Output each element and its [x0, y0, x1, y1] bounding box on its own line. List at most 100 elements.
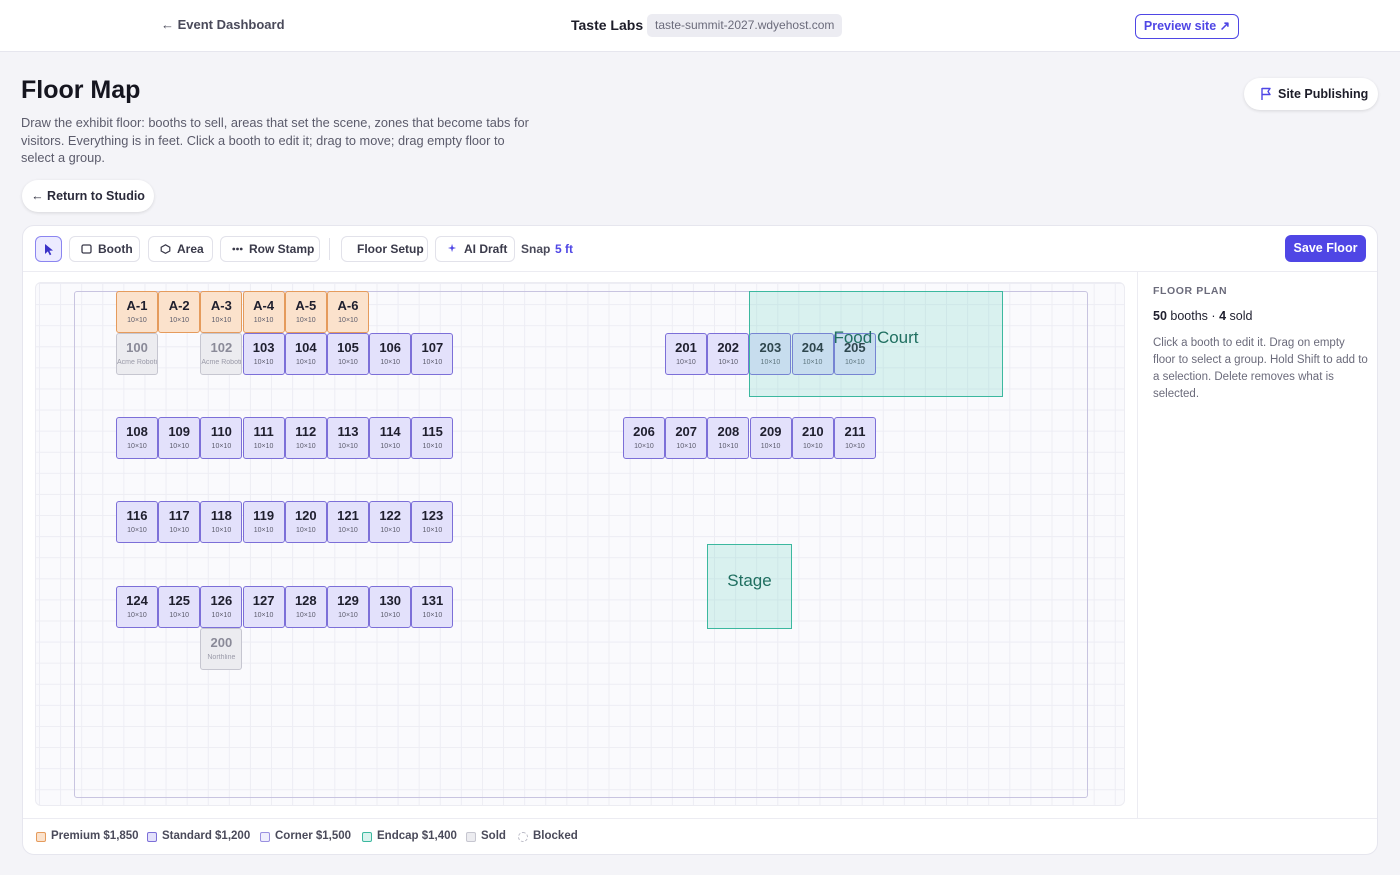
floor-setup-label: Floor Setup: [357, 242, 424, 256]
booth-125[interactable]: 125 10×10: [158, 586, 201, 628]
area-tool-button[interactable]: Area: [148, 236, 213, 262]
area-label: Stage: [727, 571, 772, 590]
event-dashboard-link[interactable]: ← Event Dashboard: [161, 17, 285, 32]
booth-126[interactable]: 126 10×10: [200, 586, 243, 628]
booth-size: 10×10: [802, 443, 823, 450]
booth-size: 10×10: [253, 527, 274, 534]
booth-111[interactable]: 111 10×10: [242, 417, 285, 459]
booth-size: Northline: [207, 654, 236, 661]
page-title: Floor Map: [21, 76, 141, 104]
booth-120[interactable]: 120 10×10: [284, 501, 327, 543]
save-floor-button[interactable]: Save Floor: [1285, 235, 1366, 262]
booth-128[interactable]: 128 10×10: [284, 586, 327, 628]
booth-number: A-3: [210, 298, 232, 313]
booth-207[interactable]: 207 10×10: [665, 417, 708, 459]
booth-123[interactable]: 123 10×10: [411, 501, 454, 543]
booth-a-1[interactable]: A-1 10×10: [116, 291, 158, 333]
booth-size: 10×10: [338, 527, 358, 534]
booth-118[interactable]: 118 10×10: [200, 501, 243, 543]
booth-108[interactable]: 108 10×10: [116, 417, 158, 459]
legend-swatch: [362, 832, 372, 842]
booth-201[interactable]: 201 10×10: [665, 333, 707, 375]
booth-131[interactable]: 131 10×10: [411, 586, 454, 628]
cursor-icon: [45, 244, 53, 256]
booth-number: A-2: [168, 298, 190, 313]
booth-number: 206: [633, 424, 655, 439]
booth-102[interactable]: 102 Acme Robotics: [200, 333, 243, 375]
booth-116[interactable]: 116 10×10: [116, 501, 158, 543]
booth-117[interactable]: 117 10×10: [158, 501, 201, 543]
sold-word: sold: [1229, 309, 1253, 323]
booth-121[interactable]: 121 10×10: [327, 501, 369, 543]
booth-size: 10×10: [211, 317, 232, 324]
booth-109[interactable]: 109 10×10: [158, 417, 201, 459]
booth-100[interactable]: 100 Acme Robotics: [116, 333, 158, 375]
booth-size: 10×10: [295, 443, 316, 450]
site-publishing-button[interactable]: Site Publishing: [1244, 78, 1378, 110]
booth-a-5[interactable]: A-5 10×10: [284, 291, 327, 333]
booth-122[interactable]: 122 10×10: [369, 501, 412, 543]
booth-number: 127: [252, 593, 275, 608]
booth-size: 10×10: [169, 527, 190, 534]
booth-105[interactable]: 105 10×10: [327, 333, 369, 375]
booth-size: 10×10: [380, 527, 401, 534]
booth-size: 10×10: [127, 527, 147, 534]
preview-site-button[interactable]: Preview site ↗: [1135, 14, 1239, 39]
booth-106[interactable]: 106 10×10: [369, 333, 412, 375]
floor-canvas[interactable]: A-1 10×10 A-2 10×10 A-3 10×10 A-4 10×10 A-5 10×10…: [35, 282, 1125, 806]
booth-a-4[interactable]: A-4 10×10: [242, 291, 285, 333]
booth-209[interactable]: 209 10×10: [749, 417, 792, 459]
booth-206[interactable]: 206 10×10: [623, 417, 665, 459]
booth-211[interactable]: 211 10×10: [834, 417, 876, 459]
booth-number: 107: [421, 340, 444, 355]
booth-127[interactable]: 127 10×10: [242, 586, 285, 628]
ai-draft-button[interactable]: AI Draft: [435, 236, 515, 262]
booth-119[interactable]: 119 10×10: [242, 501, 285, 543]
booth-103[interactable]: 103 10×10: [242, 333, 285, 375]
booth-size: 10×10: [127, 317, 147, 324]
booth-a-6[interactable]: A-6 10×10: [327, 291, 369, 333]
booth-number: 130: [379, 593, 402, 608]
booth-number: 124: [126, 593, 148, 608]
area-stage[interactable]: Stage: [707, 544, 792, 629]
snap-value[interactable]: 5 ft: [555, 242, 573, 256]
booth-a-2[interactable]: A-2 10×10: [158, 291, 201, 333]
booth-130[interactable]: 130 10×10: [369, 586, 412, 628]
select-tool-button[interactable]: [35, 236, 62, 262]
booth-number: 115: [421, 424, 443, 439]
booth-112[interactable]: 112 10×10: [284, 417, 327, 459]
booth-129[interactable]: 129 10×10: [327, 586, 369, 628]
booth-107[interactable]: 107 10×10: [411, 333, 454, 375]
booth-tool-button[interactable]: Booth: [69, 236, 140, 262]
booth-115[interactable]: 115 10×10: [411, 417, 454, 459]
booth-number: 131: [421, 593, 444, 608]
snap-label: Snap: [521, 242, 551, 256]
booth-size: 10×10: [380, 443, 401, 450]
booth-size: 10×10: [422, 612, 443, 619]
booth-114[interactable]: 114 10×10: [369, 417, 412, 459]
panel-help-text: Click a booth to edit it. Drag on empty …: [1153, 337, 1368, 400]
return-to-studio-button[interactable]: ← Return to Studio: [22, 180, 154, 212]
top-bar: ← Event Dashboard Taste Labs taste-summi…: [0, 0, 1400, 52]
booth-104[interactable]: 104 10×10: [284, 333, 327, 375]
ai-draft-label: AI Draft: [464, 242, 508, 256]
booth-210[interactable]: 210 10×10: [791, 417, 834, 459]
area-tool-label: Area: [177, 242, 204, 256]
booth-113[interactable]: 113 10×10: [327, 417, 369, 459]
booth-number: 119: [253, 508, 275, 523]
booth-200[interactable]: 200 Northline: [200, 628, 243, 670]
row-stamp-tool-button[interactable]: Row Stamp: [220, 236, 320, 262]
booth-number: A-6: [337, 298, 359, 313]
booth-size: 10×10: [380, 359, 401, 366]
booth-a-3[interactable]: A-3 10×10: [200, 291, 243, 333]
booth-size: 10×10: [634, 443, 654, 450]
booth-110[interactable]: 110 10×10: [200, 417, 243, 459]
booth-size: 10×10: [760, 443, 781, 450]
booth-124[interactable]: 124 10×10: [116, 586, 158, 628]
area-food-court[interactable]: Food Court: [749, 291, 1003, 397]
floor-setup-button[interactable]: Floor Setup: [341, 236, 428, 262]
booth-208[interactable]: 208 10×10: [707, 417, 750, 459]
booth-tool-label: Booth: [98, 242, 133, 256]
booth-202[interactable]: 202 10×10: [707, 333, 750, 375]
booth-size: Acme Robotics: [201, 359, 242, 366]
